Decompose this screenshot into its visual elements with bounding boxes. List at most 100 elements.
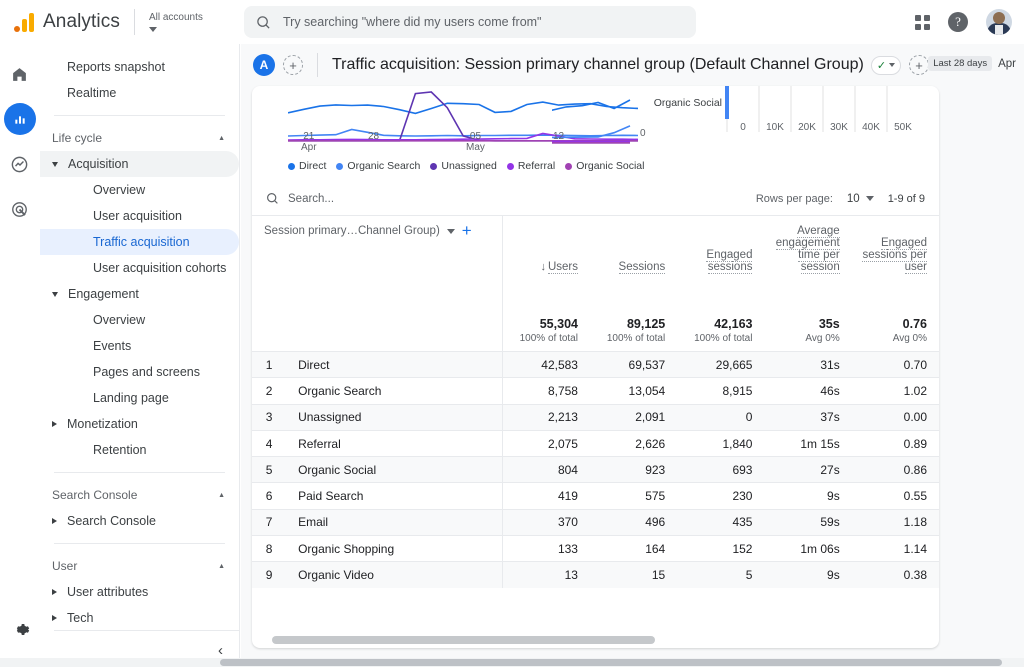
cell-engaged-sessions: 230 <box>677 482 765 510</box>
reports-icon[interactable] <box>3 103 36 135</box>
add-collaborator-icon[interactable]: + <box>283 55 303 75</box>
sidebar-item-traffic-acquisition[interactable]: Traffic acquisition <box>40 229 239 255</box>
sidebar-item-pages-and-screens[interactable]: Pages and screens <box>40 359 239 385</box>
sidebar-item-events[interactable]: Events <box>40 333 239 359</box>
column-header-label: Engaged sessions <box>706 249 753 274</box>
chevron-down-icon <box>148 26 157 32</box>
table-search-input[interactable]: Search... <box>266 192 334 205</box>
global-search-input[interactable]: Try searching "where did my users come f… <box>244 6 696 38</box>
rows-per-page-select[interactable]: 10 <box>847 193 874 205</box>
legend-item[interactable]: Organic Search <box>336 160 420 172</box>
sidebar-item-label: User acquisition <box>93 209 182 223</box>
column-header-avg-engagement-time[interactable]: Average engagement time per session 35s … <box>764 216 851 352</box>
row-dimension[interactable]: Unassigned <box>286 403 504 431</box>
chevron-up-icon[interactable]: ▲ <box>218 135 225 142</box>
page-horizontal-scrollbar[interactable] <box>0 658 1024 667</box>
date-range-selector[interactable]: Last 28 days Apr <box>928 56 1016 71</box>
column-total-sub: 100% of total <box>606 333 666 344</box>
row-dimension[interactable]: Organic Social <box>286 456 504 483</box>
sidebar-item-user-acquisition-cohorts[interactable]: User acquisition cohorts <box>40 255 239 281</box>
chevron-up-icon[interactable]: ▲ <box>218 492 225 499</box>
row-dimension[interactable]: Organic Video <box>286 561 504 589</box>
column-total-sub: 100% of total <box>694 333 753 344</box>
row-dimension[interactable]: Organic Shopping <box>286 535 504 562</box>
sidebar-item-label: Retention <box>93 443 147 457</box>
pagination-range: 1-9 of 9 <box>887 192 925 205</box>
row-dimension[interactable]: Referral <box>286 429 504 457</box>
status-badge[interactable]: ✓ <box>870 55 902 75</box>
brand-title: Analytics <box>43 10 120 32</box>
cell-engaged-sessions: 435 <box>677 508 765 536</box>
cell-avg-engagement-time: 46s <box>764 377 852 405</box>
sidebar-item-user-acquisition[interactable]: User acquisition <box>40 203 239 229</box>
legend-label: Referral <box>517 160 556 172</box>
user-avatar[interactable] <box>986 9 1012 35</box>
scrollbar-thumb[interactable] <box>272 636 655 644</box>
admin-gear-icon[interactable] <box>4 613 36 645</box>
sidebar-item-landing-page[interactable]: Landing page <box>40 385 239 411</box>
sidebar-item-overview[interactable]: Overview <box>40 307 239 333</box>
account-selector[interactable]: All accounts <box>148 12 203 32</box>
row-dimension[interactable]: Direct <box>286 350 504 378</box>
row-rank: 2 <box>252 377 287 405</box>
table-row[interactable]: 6 Paid Search 419 575 230 9s 0.55 <box>252 482 939 510</box>
row-dimension[interactable]: Organic Search <box>286 377 504 405</box>
sidebar-item-search-console[interactable]: Search Console ▲ <box>40 482 239 508</box>
divider <box>133 8 135 35</box>
sidebar-item-monetization[interactable]: Monetization <box>40 411 239 437</box>
add-comparison-icon[interactable]: + <box>909 55 930 75</box>
sidebar-item-engagement[interactable]: Engagement <box>40 281 239 307</box>
table-row[interactable]: 7 Email 370 496 435 59s 1.18 <box>252 508 939 536</box>
table-row[interactable]: 1 Direct 42,583 69,537 29,665 31s 0.70 <box>252 350 939 378</box>
advertising-icon[interactable] <box>4 193 36 225</box>
sidebar-item-realtime[interactable]: Realtime <box>40 80 239 106</box>
column-header-users[interactable]: ↓ Users 55,304 100% of total <box>503 216 590 352</box>
table-horizontal-scrollbar[interactable] <box>252 636 939 644</box>
table-row[interactable]: 4 Referral 2,075 2,626 1,840 1m 15s 0.89 <box>252 429 939 457</box>
legend-item[interactable]: Referral <box>506 160 556 172</box>
caret-right-icon <box>52 589 57 595</box>
bar-chart[interactable]: Organic Social 0 10K 20K 30K 40K 50K <box>654 86 939 178</box>
sidebar-item-life-cycle[interactable]: Life cycle ▲ <box>40 125 239 151</box>
sidebar-item-user[interactable]: User ▲ <box>40 553 239 579</box>
cell-engaged-sessions: 152 <box>677 535 765 562</box>
collapse-nav-button[interactable]: ‹ <box>218 642 223 659</box>
sidebar-item-acquisition[interactable]: Acquisition <box>40 151 239 177</box>
legend-item[interactable]: Organic Social <box>565 160 644 172</box>
help-icon[interactable]: ? <box>948 12 968 32</box>
sidebar-item-retention[interactable]: Retention <box>40 437 239 463</box>
sidebar-item-search-console[interactable]: Search Console <box>40 508 239 534</box>
table-row[interactable]: 8 Organic Shopping 133 164 152 1m 06s 1.14 <box>252 535 939 562</box>
row-dimension[interactable]: Paid Search <box>286 482 504 510</box>
row-dimension[interactable]: Email <box>286 508 504 536</box>
apps-grid-icon[interactable] <box>915 14 930 30</box>
legend-label: Unassigned <box>441 160 497 172</box>
add-dimension-icon[interactable]: + <box>462 222 472 239</box>
table-row[interactable]: 2 Organic Search 8,758 13,054 8,915 46s 1.02 <box>252 377 939 405</box>
chevron-up-icon[interactable]: ▲ <box>218 563 225 570</box>
legend-item[interactable]: Unassigned <box>430 160 497 172</box>
column-header-engaged-sessions-per-user[interactable]: Engaged sessions per user 0.76 Avg 0% <box>852 216 939 352</box>
table-row[interactable]: 5 Organic Social 804 923 693 27s 0.86 <box>252 456 939 483</box>
legend-item[interactable]: Direct <box>288 160 326 172</box>
explore-icon[interactable] <box>4 148 36 180</box>
table-row[interactable]: 3 Unassigned 2,213 2,091 0 37s 0.00 <box>252 403 939 431</box>
scrollbar-thumb[interactable] <box>220 659 1002 666</box>
bar-chart-x-axis: 0 10K 20K 30K 40K 50K <box>727 122 919 133</box>
chevron-down-icon[interactable] <box>446 228 455 234</box>
dimension-header-label[interactable]: Session primary…Channel Group) <box>264 225 440 237</box>
cell-avg-engagement-time: 59s <box>764 508 852 536</box>
avatar[interactable]: A <box>253 54 275 76</box>
sidebar-item-reports-snapshot[interactable]: Reports snapshot <box>40 54 239 80</box>
sidebar-item-overview[interactable]: Overview <box>40 177 239 203</box>
sidebar-item-tech[interactable]: Tech <box>40 605 239 631</box>
cell-sessions: 69,537 <box>589 350 678 378</box>
column-header-engaged-sessions[interactable]: Engaged sessions 42,163 100% of total <box>677 216 764 352</box>
home-icon[interactable] <box>4 58 36 90</box>
column-header-sessions[interactable]: Sessions 89,125 100% of total <box>590 216 677 352</box>
table-row[interactable]: 9 Organic Video 13 15 5 9s 0.38 <box>252 561 939 589</box>
table-body: 1 Direct 42,583 69,537 29,665 31s 0.70 2 Organic… <box>252 350 939 589</box>
sidebar-item-user-attributes[interactable]: User attributes <box>40 579 239 605</box>
check-circle-icon: ✓ <box>876 59 887 72</box>
x-axis-tick: 05 May <box>466 131 485 153</box>
